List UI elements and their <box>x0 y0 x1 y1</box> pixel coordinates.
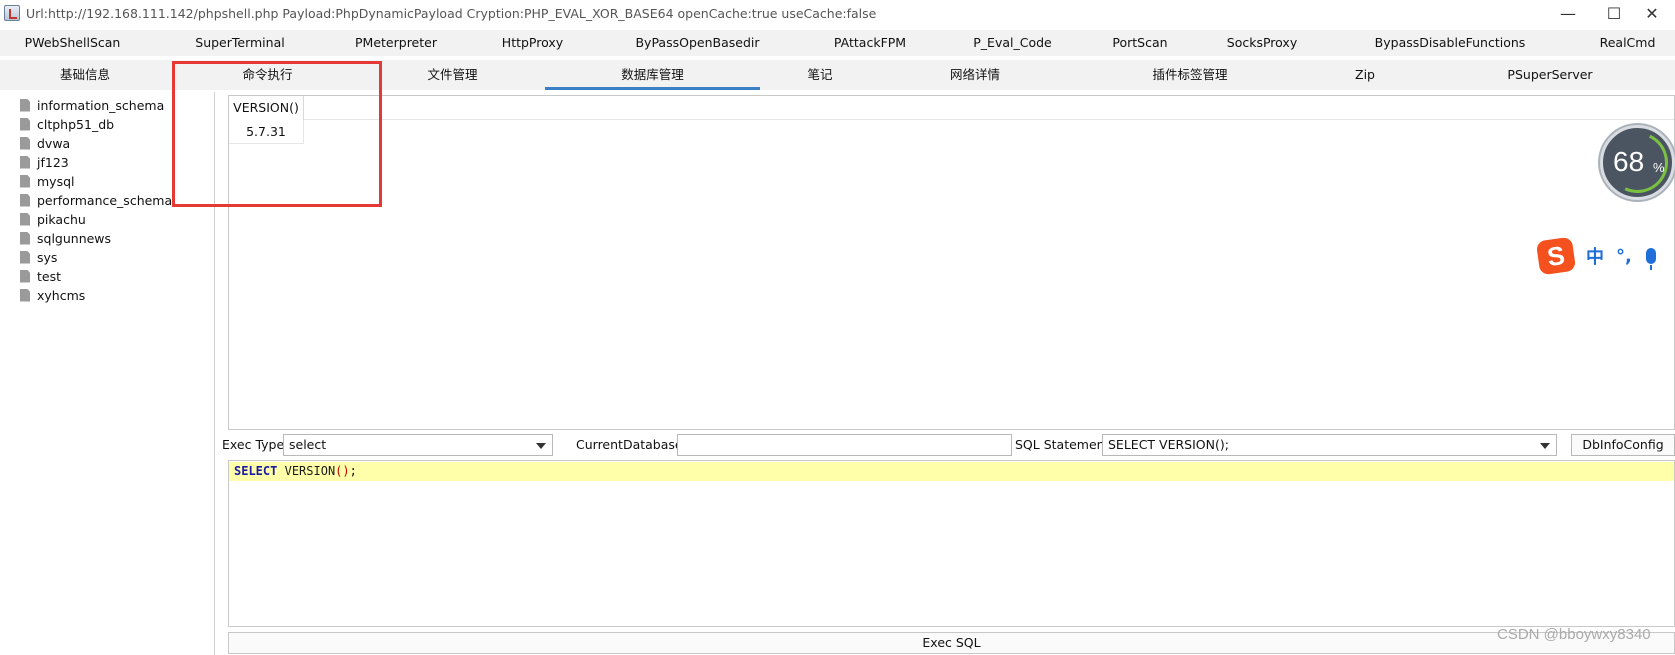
chevron-down-icon <box>1540 443 1550 449</box>
sql-statement-select[interactable]: SELECT VERSION(); <box>1102 434 1557 456</box>
tab-pwebshellscan[interactable]: PWebShellScan <box>10 30 135 56</box>
tab-socksproxy[interactable]: SocksProxy <box>1222 30 1302 56</box>
ime-punctuation-toggle[interactable]: °, <box>1616 246 1632 267</box>
database-icon <box>20 98 30 112</box>
query-result-table: VERSION() 5.7.31 <box>228 95 1675 430</box>
tab-psuperserver[interactable]: PSuperServer <box>1505 60 1595 90</box>
tree-item-database[interactable]: pikachu <box>20 210 86 228</box>
sql-statement-label: SQL Statement <box>1015 437 1110 452</box>
tab-pmeterpreter[interactable]: PMeterpreter <box>340 30 452 56</box>
tree-item-database[interactable]: performance_schema <box>20 191 172 209</box>
database-icon <box>20 155 30 169</box>
window-title: Url:http://192.168.111.142/phpshell.php … <box>26 5 877 21</box>
sql-keyword: SELECT <box>234 464 278 478</box>
tree-item-database[interactable]: sqlgunnews <box>20 229 111 247</box>
tab-p-eval-code[interactable]: P_Eval_Code <box>965 30 1060 56</box>
exec-type-select[interactable]: select <box>283 434 553 456</box>
plugin-tab-bar: PWebShellScan SuperTerminal PMeterpreter… <box>0 30 1675 56</box>
tab-httpproxy[interactable]: HttpProxy <box>495 30 570 56</box>
sql-editor[interactable]: SELECT VERSION(); <box>228 460 1675 627</box>
microphone-icon[interactable] <box>1645 248 1656 270</box>
progress-value: 68 <box>1613 146 1645 177</box>
database-icon <box>20 288 30 302</box>
sql-editor-line: SELECT VERSION(); <box>229 462 1674 481</box>
tab-file-manager[interactable]: 文件管理 <box>410 60 495 90</box>
window-title-bar: Url:http://192.168.111.142/phpshell.php … <box>0 0 1675 26</box>
tab-bypassopenbasedir[interactable]: ByPassOpenBasedir <box>630 30 765 56</box>
exec-sql-button[interactable]: Exec SQL <box>228 632 1675 654</box>
database-icon <box>20 193 30 207</box>
dbinfo-config-button[interactable]: DbInfoConfig <box>1571 434 1675 456</box>
database-icon <box>20 174 30 188</box>
tree-item-database[interactable]: test <box>20 267 61 285</box>
tab-notes[interactable]: 笔记 <box>800 60 840 90</box>
java-app-icon <box>4 5 20 21</box>
sql-close-paren: ) <box>342 464 350 478</box>
sql-exec-bar: Exec Type select CurrentDatabase SQL Sta… <box>222 433 1675 457</box>
tree-item-database[interactable]: dvwa <box>20 134 70 152</box>
tab-plugin-tag-manager[interactable]: 插件标签管理 <box>1140 60 1240 90</box>
tree-item-database[interactable]: mysql <box>20 172 75 190</box>
tab-zip[interactable]: Zip <box>1350 60 1380 90</box>
ime-toolbar: S 中 °, <box>1535 236 1675 276</box>
chevron-down-icon <box>536 443 546 449</box>
tab-bypassdisablefunctions[interactable]: BypassDisableFunctions <box>1370 30 1530 56</box>
tab-superterminal[interactable]: SuperTerminal <box>180 30 300 56</box>
database-icon <box>20 136 30 150</box>
tree-item-database[interactable]: jf123 <box>20 153 69 171</box>
close-button[interactable]: ✕ <box>1629 0 1675 26</box>
minimize-button[interactable]: — <box>1545 0 1591 26</box>
watermark-text: CSDN @bboywxy8340 <box>1497 626 1651 643</box>
tab-database-manager[interactable]: 数据库管理 <box>545 60 760 90</box>
database-icon <box>20 250 30 264</box>
tree-item-database[interactable]: xyhcms <box>20 286 85 304</box>
progress-unit: % <box>1653 160 1665 175</box>
current-database-input[interactable] <box>677 434 1012 456</box>
tree-item-database[interactable]: sys <box>20 248 57 266</box>
current-database-label: CurrentDatabase <box>576 437 683 452</box>
tab-realcmd[interactable]: RealCmd <box>1590 30 1665 56</box>
tab-network-details[interactable]: 网络详情 <box>935 60 1015 90</box>
tab-pattackfpm[interactable]: PAttackFPM <box>830 30 910 56</box>
table-header-row: VERSION() <box>229 96 1674 120</box>
sql-terminator: ; <box>349 464 357 478</box>
database-icon <box>20 117 30 131</box>
tree-item-database[interactable]: cltphp51_db <box>20 115 114 133</box>
progress-gauge[interactable]: 68 % <box>1600 125 1675 200</box>
highlight-annotation-box <box>172 61 382 207</box>
sogou-logo-icon[interactable]: S <box>1535 236 1577 276</box>
database-icon <box>20 231 30 245</box>
tab-basic-info[interactable]: 基础信息 <box>40 60 130 90</box>
ime-chinese-toggle[interactable]: 中 <box>1586 243 1604 269</box>
exec-type-label: Exec Type <box>222 437 285 452</box>
tab-portscan[interactable]: PortScan <box>1105 30 1175 56</box>
tree-item-database[interactable]: information_schema <box>20 96 164 114</box>
database-icon <box>20 269 30 283</box>
database-icon <box>20 212 30 226</box>
sql-function: VERSION <box>284 464 336 478</box>
